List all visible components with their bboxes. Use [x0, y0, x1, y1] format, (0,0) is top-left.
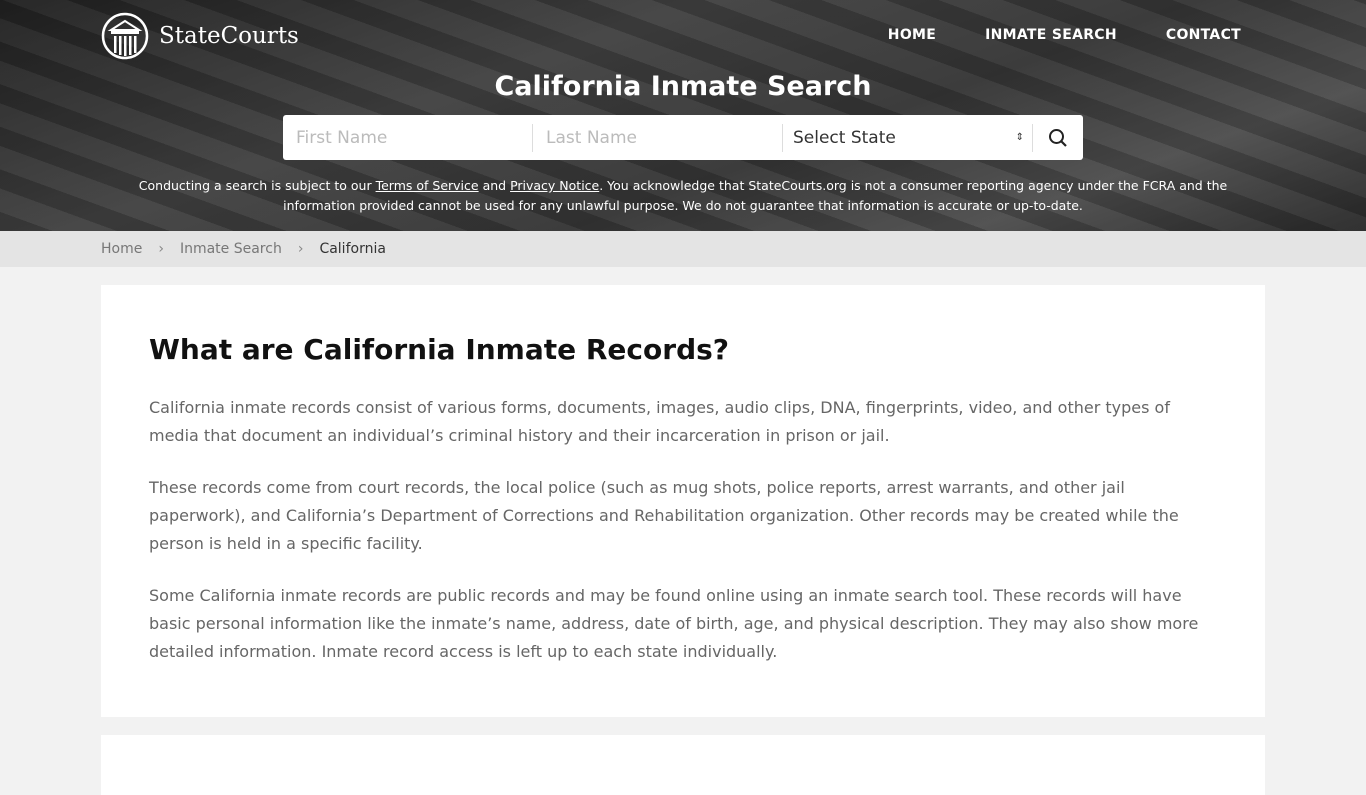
state-select-value: Select State — [793, 127, 896, 148]
paragraph: California inmate records consist of var… — [149, 398, 1170, 445]
disclaimer-text: Conducting a search is subject to our — [138, 178, 376, 193]
chevron-right-icon: › — [297, 241, 304, 257]
breadcrumb: Home › Inmate Search › California — [0, 231, 1366, 267]
courthouse-icon — [101, 12, 149, 60]
disclaimer-text: and — [478, 178, 511, 193]
nav-home[interactable]: HOME — [888, 27, 936, 43]
main-nav: HOME INMATE SEARCH CONTACT — [888, 27, 1241, 43]
breadcrumb-home[interactable]: Home — [101, 241, 142, 257]
logo-text: StateCourts — [159, 23, 299, 49]
privacy-link[interactable]: Privacy Notice — [510, 178, 599, 193]
first-name-input[interactable] — [283, 123, 533, 152]
terms-link[interactable]: Terms of Service — [376, 178, 479, 193]
last-name-input[interactable] — [533, 123, 783, 152]
nav-inmate-search[interactable]: INMATE SEARCH — [985, 27, 1117, 43]
hero: StateCourts HOME INMATE SEARCH CONTACT C… — [0, 0, 1366, 231]
next-card — [101, 735, 1265, 795]
breadcrumb-inmate-search[interactable]: Inmate Search — [180, 241, 282, 257]
section-heading: What are California Inmate Records? — [149, 333, 730, 366]
search-form: Select State ⇕ — [283, 115, 1083, 160]
paragraph: These records come from court records, t… — [149, 478, 1179, 553]
content-card: What are California Inmate Records? Cali… — [101, 285, 1265, 717]
paragraph: Some California inmate records are publi… — [149, 586, 1199, 661]
disclaimer: Conducting a search is subject to our Te… — [120, 176, 1246, 216]
updown-icon: ⇕ — [1015, 132, 1024, 143]
search-icon — [1049, 128, 1067, 147]
breadcrumb-current: California — [319, 241, 386, 257]
logo[interactable]: StateCourts — [101, 12, 299, 60]
chevron-right-icon: › — [158, 241, 164, 257]
state-select[interactable]: Select State ⇕ — [783, 123, 1033, 152]
search-button[interactable] — [1033, 128, 1083, 148]
nav-contact[interactable]: CONTACT — [1166, 27, 1241, 43]
page-title: California Inmate Search — [494, 71, 872, 102]
